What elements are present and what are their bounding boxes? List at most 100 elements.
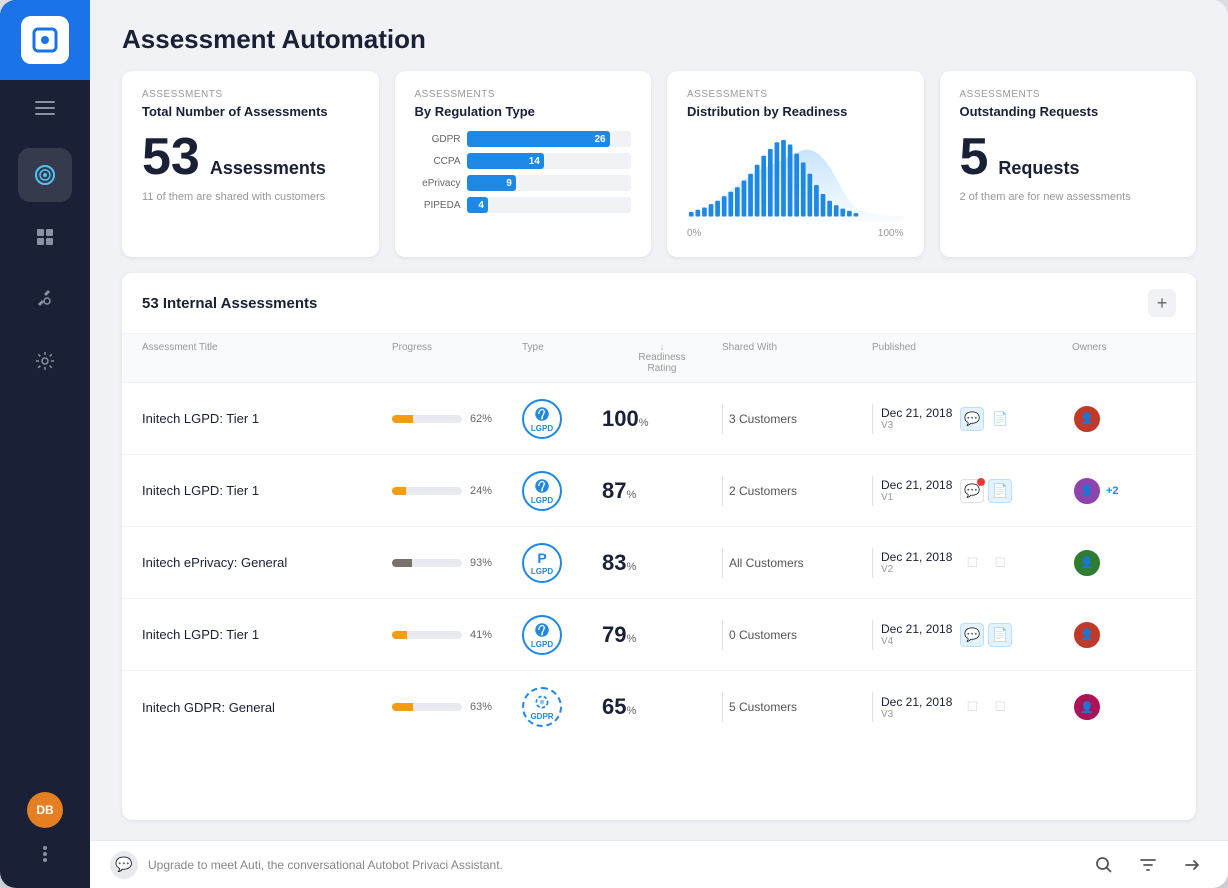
published-cell-4: Dec 21, 2018 V4 💬 📄 bbox=[872, 620, 1072, 650]
stat-label-3: Assessments bbox=[687, 89, 904, 100]
chat-icon-4[interactable]: 💬 bbox=[960, 623, 984, 647]
bar-row-pipeda: PIPEDA 4 bbox=[415, 197, 632, 213]
stat-label-2: Assessments bbox=[415, 89, 632, 100]
progress-bar-4 bbox=[392, 631, 462, 639]
doc-empty-3: ☐ bbox=[988, 551, 1012, 575]
dots-icon[interactable] bbox=[27, 836, 63, 872]
search-bottom-icon[interactable] bbox=[1088, 849, 1120, 881]
doc-icon-4[interactable]: 📄 bbox=[988, 623, 1012, 647]
filter-bottom-icon[interactable] bbox=[1132, 849, 1164, 881]
progress-pct-4: 41% bbox=[470, 629, 492, 641]
col-shared: Shared With bbox=[722, 342, 872, 374]
header: Assessment Automation bbox=[90, 0, 1228, 71]
owner-avatar-5: 👤 bbox=[1072, 692, 1102, 722]
stat-sub-1: 11 of them are shared with customers bbox=[142, 191, 359, 203]
stats-row: Assessments Total Number of Assessments … bbox=[90, 71, 1228, 273]
doc-empty-5: ☐ bbox=[988, 695, 1012, 719]
readiness-cell-4: 79 % bbox=[602, 622, 722, 648]
add-assessment-button[interactable]: + bbox=[1148, 289, 1176, 317]
progress-pct-5: 63% bbox=[470, 701, 492, 713]
type-badge-lgpd-4: LGPD bbox=[522, 615, 562, 655]
table-row: Initech LGPD: Tier 1 24% bbox=[122, 455, 1196, 527]
stat-big-num-4: 5 bbox=[960, 131, 989, 183]
stat-title-3: Distribution by Readiness bbox=[687, 104, 904, 119]
stat-card-distribution: Assessments Distribution by Readiness bbox=[667, 71, 924, 257]
type-badge-lgpd-2: LGPD bbox=[522, 471, 562, 511]
stat-title-2: By Regulation Type bbox=[415, 104, 632, 119]
progress-cell-4: 41% bbox=[392, 629, 522, 641]
shared-cell-2: 2 Customers bbox=[722, 476, 872, 506]
row-title-5: Initech GDPR: General bbox=[142, 700, 392, 715]
owners-cell-4: 👤 bbox=[1072, 620, 1196, 650]
chat-hint-text: Upgrade to meet Auti, the conversational… bbox=[148, 858, 503, 872]
progress-bar-3 bbox=[392, 559, 462, 567]
arrow-right-bottom-icon[interactable] bbox=[1176, 849, 1208, 881]
stat-label-1: Assessments bbox=[142, 89, 359, 100]
doc-icon-2[interactable]: 📄 bbox=[988, 479, 1012, 503]
chat-bubble-icon: 💬 bbox=[110, 851, 138, 879]
type-badge-gdpr-5: GDPR bbox=[522, 687, 562, 727]
table-title: 53 Internal Assessments bbox=[142, 295, 317, 312]
stat-unit-4: Requests bbox=[998, 158, 1079, 179]
published-cell-3: Dec 21, 2018 V2 ☐ ☐ bbox=[872, 548, 1072, 578]
table-row: Initech ePrivacy: General 93% P LGPD bbox=[122, 527, 1196, 599]
table-row: Initech GDPR: General 63% bbox=[122, 671, 1196, 743]
dist-labels: 0% 100% bbox=[687, 228, 904, 239]
stat-title-1: Total Number of Assessments bbox=[142, 104, 359, 119]
dist-min: 0% bbox=[687, 228, 701, 239]
bar-chart: GDPR 26 CCPA 14 bbox=[415, 131, 632, 213]
menu-toggle[interactable] bbox=[0, 84, 90, 132]
col-type: Type bbox=[522, 342, 602, 374]
stat-card-outstanding: Assessments Outstanding Requests 5 Reque… bbox=[940, 71, 1197, 257]
chat-empty-5: ☐ bbox=[960, 695, 984, 719]
type-cell-4: LGPD bbox=[522, 615, 602, 655]
chat-empty-3: ☐ bbox=[960, 551, 984, 575]
row-title-1: Initech LGPD: Tier 1 bbox=[142, 411, 392, 426]
type-cell-1: LGPD bbox=[522, 399, 602, 439]
table-row: Initech LGPD: Tier 1 41% bbox=[122, 599, 1196, 671]
type-badge-eprivacy: P LGPD bbox=[522, 543, 562, 583]
chat-notif-icon-2[interactable]: 💬 bbox=[960, 479, 984, 503]
stat-unit-1: Assessments bbox=[210, 158, 326, 179]
stat-big-num-1: 53 bbox=[142, 131, 200, 183]
logo-area bbox=[0, 0, 90, 80]
assessments-table: 53 Internal Assessments + Assessment Tit… bbox=[122, 273, 1196, 820]
progress-pct-1: 62% bbox=[470, 413, 492, 425]
progress-bar-1 bbox=[392, 415, 462, 423]
published-cell-2: Dec 21, 2018 V1 💬 📄 bbox=[872, 476, 1072, 506]
sidebar-bottom: DB bbox=[27, 792, 63, 888]
sidebar-item-tools[interactable] bbox=[18, 272, 72, 326]
sidebar-item-settings[interactable] bbox=[18, 334, 72, 388]
chat-hint: 💬 Upgrade to meet Auti, the conversation… bbox=[110, 851, 503, 879]
owner-avatar-3: 👤 bbox=[1072, 548, 1102, 578]
shared-cell-3: All Customers bbox=[722, 548, 872, 578]
readiness-cell-5: 65 % bbox=[602, 694, 722, 720]
chat-icon-1[interactable]: 💬 bbox=[960, 407, 984, 431]
owner-avatar-1: 👤 bbox=[1072, 404, 1102, 434]
bar-row-gdpr: GDPR 26 bbox=[415, 131, 632, 147]
progress-pct-3: 93% bbox=[470, 557, 492, 569]
dist-max: 100% bbox=[878, 228, 904, 239]
progress-pct-2: 24% bbox=[470, 485, 492, 497]
owners-cell-5: 👤 bbox=[1072, 692, 1196, 722]
logo-icon bbox=[21, 16, 69, 64]
readiness-cell-3: 83 % bbox=[602, 550, 722, 576]
owners-cell-3: 👤 bbox=[1072, 548, 1196, 578]
row-title-2: Initech LGPD: Tier 1 bbox=[142, 483, 392, 498]
sidebar-item-radar[interactable] bbox=[18, 148, 72, 202]
type-cell-2: LGPD bbox=[522, 471, 602, 511]
shared-cell-1: 3 Customers bbox=[722, 404, 872, 434]
readiness-cell-1: 100 % bbox=[602, 406, 722, 432]
type-cell-3: P LGPD bbox=[522, 543, 602, 583]
col-owners: Owners bbox=[1072, 342, 1196, 374]
bottom-actions bbox=[1088, 849, 1208, 881]
row-title-4: Initech LGPD: Tier 1 bbox=[142, 627, 392, 642]
sidebar-item-grid[interactable] bbox=[18, 210, 72, 264]
sidebar-nav bbox=[18, 148, 72, 792]
doc-icon-1[interactable]: 📄 bbox=[988, 407, 1012, 431]
published-cell-5: Dec 21, 2018 V3 ☐ ☐ bbox=[872, 692, 1072, 722]
stat-title-4: Outstanding Requests bbox=[960, 104, 1177, 119]
table-row: Initech LGPD: Tier 1 62% bbox=[122, 383, 1196, 455]
shared-cell-5: 5 Customers bbox=[722, 692, 872, 722]
user-avatar[interactable]: DB bbox=[27, 792, 63, 828]
